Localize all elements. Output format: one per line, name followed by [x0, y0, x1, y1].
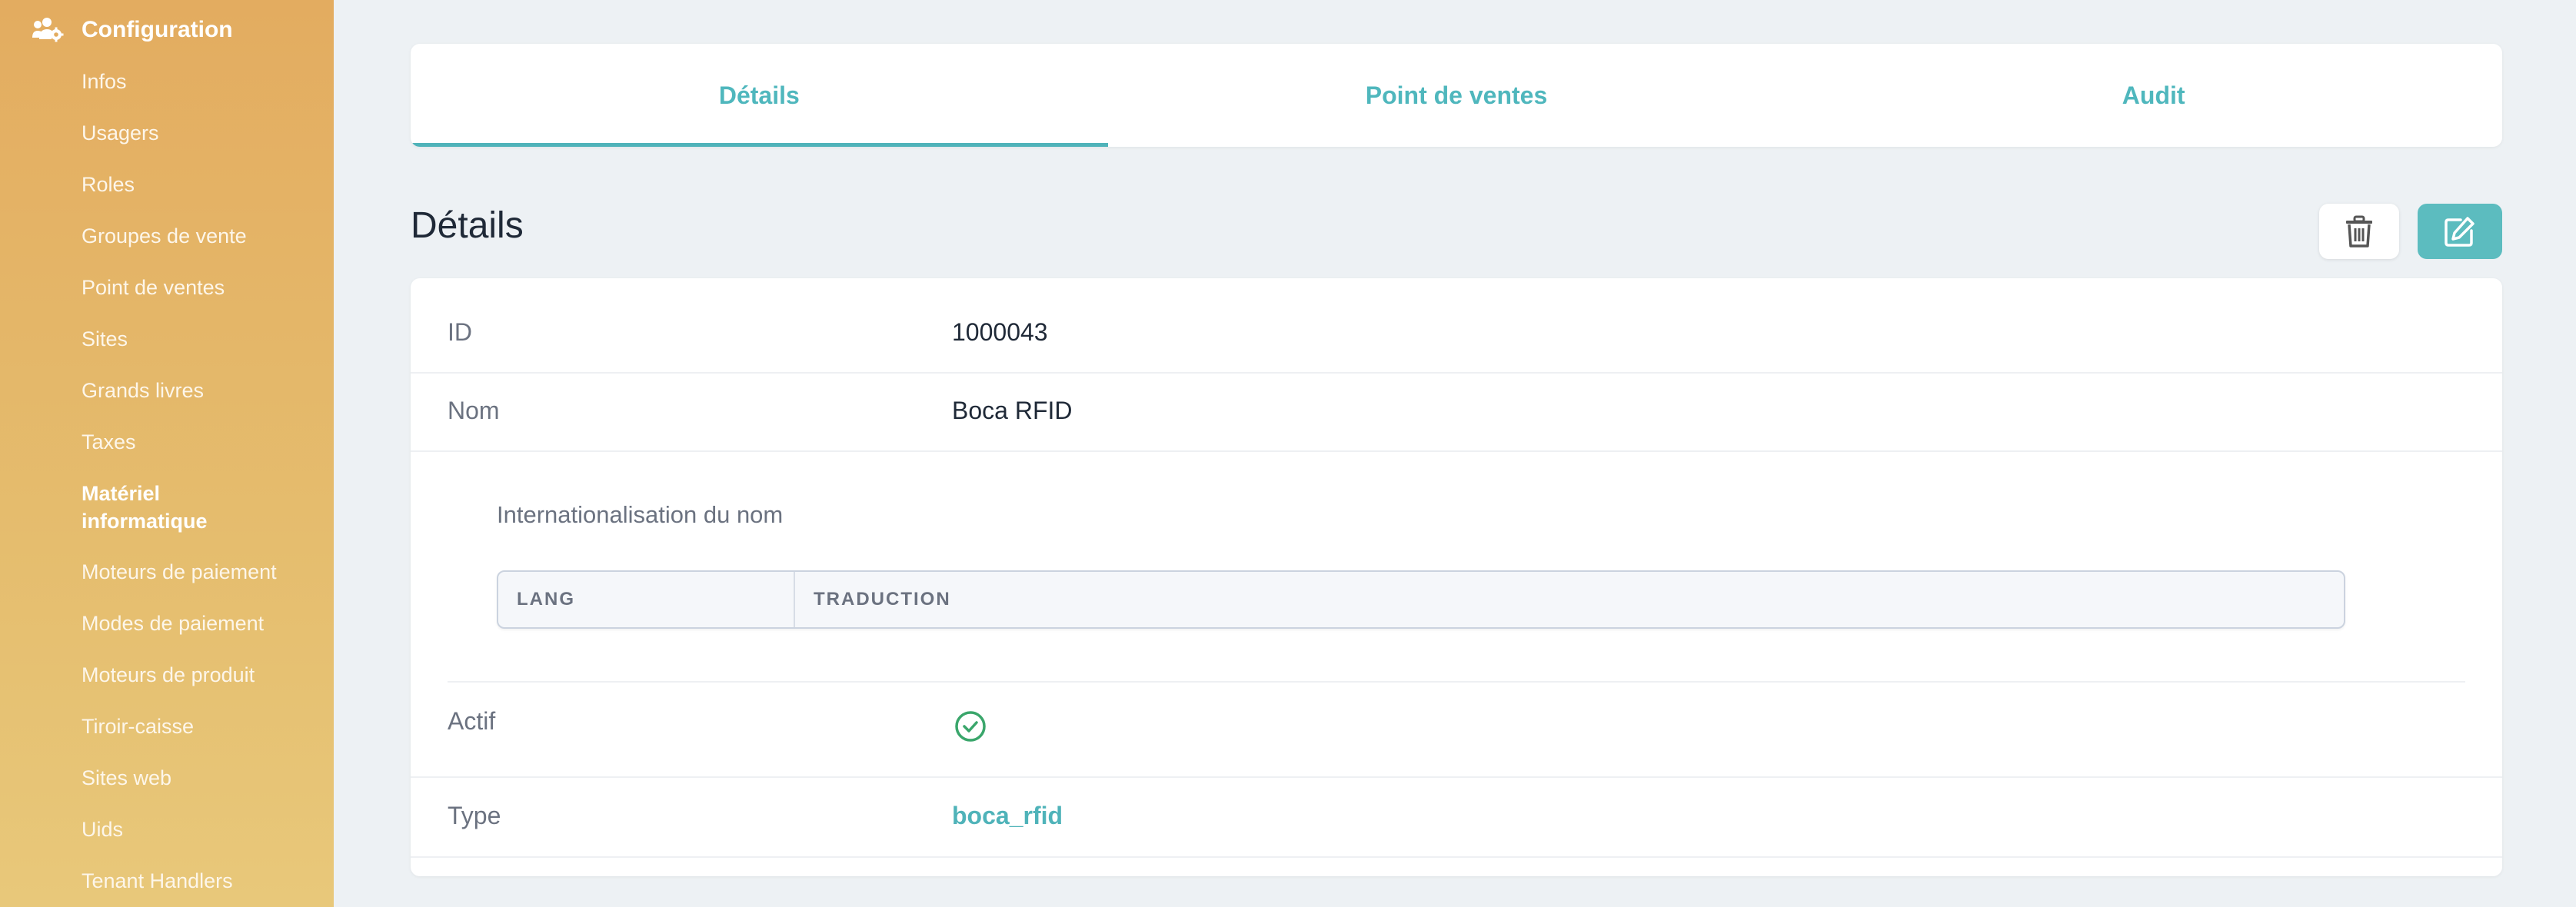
check-circle-icon [955, 711, 986, 742]
sidebar-item-uids[interactable]: Uids [82, 816, 123, 843]
tab-point-de-ventes[interactable]: Point de ventes [1108, 44, 1806, 147]
i18n-label: Internationalisation du nom [497, 501, 784, 528]
i18n-table: LANG TRADUCTION [497, 570, 2345, 629]
active-label: Actif [448, 707, 496, 735]
sidebar-item-sites-web[interactable]: Sites web [82, 764, 171, 792]
details-card: ID 1000043 Nom Boca RFID Internationalis… [411, 278, 2502, 876]
type-link[interactable]: boca_rfid [952, 802, 1063, 830]
tab-bar: Détails Point de ventes Audit [411, 44, 2502, 147]
sidebar-item-groupes-de-vente[interactable]: Groupes de vente [82, 222, 247, 250]
sidebar-item-tiroir-caisse[interactable]: Tiroir-caisse [82, 713, 194, 740]
id-value: 1000043 [952, 318, 1048, 346]
sidebar-header[interactable]: Configuration [31, 11, 233, 49]
trash-icon [2346, 215, 2372, 248]
sidebar-item-moteurs-de-produit[interactable]: Moteurs de produit [82, 661, 255, 689]
divider [411, 856, 2502, 858]
divider [448, 681, 2465, 683]
sidebar: Configuration Infos Usagers Roles Groupe… [0, 0, 334, 907]
sidebar-item-taxes[interactable]: Taxes [82, 428, 136, 456]
name-label: Nom [448, 397, 500, 424]
sidebar-item-usagers[interactable]: Usagers [82, 119, 159, 147]
page-title: Détails [411, 205, 524, 246]
divider [411, 372, 2502, 374]
tab-details[interactable]: Détails [411, 44, 1108, 147]
edit-icon [2445, 217, 2474, 247]
sidebar-item-modes-de-paiement[interactable]: Modes de paiement [82, 610, 264, 637]
divider [411, 450, 2502, 452]
sidebar-item-point-de-ventes[interactable]: Point de ventes [82, 274, 225, 301]
delete-button[interactable] [2319, 204, 2399, 259]
sidebar-title: Configuration [82, 17, 233, 42]
column-header-lang[interactable]: LANG [498, 572, 795, 627]
tab-audit[interactable]: Audit [1805, 44, 2502, 147]
sidebar-item-grands-livres[interactable]: Grands livres [82, 377, 204, 404]
sidebar-item-tenant-handlers[interactable]: Tenant Handlers [82, 867, 233, 895]
sidebar-item-moteurs-de-paiement[interactable]: Moteurs de paiement [82, 558, 277, 586]
id-label: ID [448, 318, 472, 346]
sidebar-item-materiel-informatique[interactable]: Matériel informatique [82, 480, 274, 535]
sidebar-item-roles[interactable]: Roles [82, 171, 135, 198]
name-value: Boca RFID [952, 397, 1073, 424]
sidebar-item-infos[interactable]: Infos [82, 68, 127, 95]
divider [411, 776, 2502, 778]
sidebar-item-sites[interactable]: Sites [82, 325, 128, 353]
users-gear-icon [32, 18, 64, 42]
column-header-traduction[interactable]: TRADUCTION [795, 572, 951, 627]
type-label: Type [448, 802, 501, 829]
edit-button[interactable] [2418, 204, 2502, 259]
